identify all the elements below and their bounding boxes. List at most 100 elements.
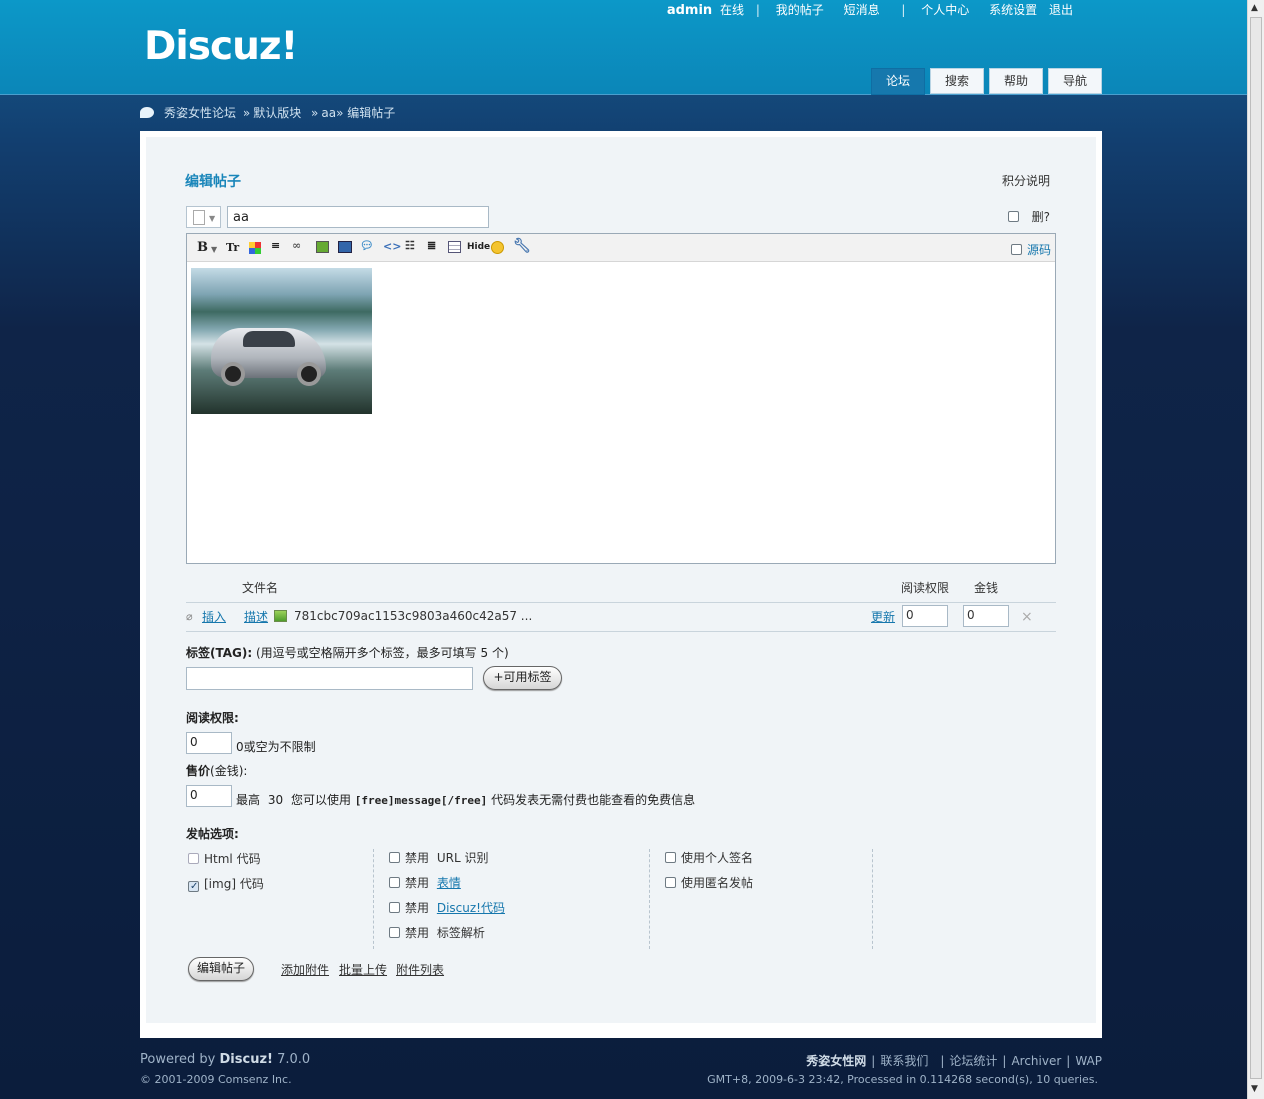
price-hint: 最高 30 您可以使用 [free]message[/free] 代码发表无需付… (236, 793, 696, 807)
tab-navigation[interactable]: 导航 (1048, 68, 1102, 94)
code-icon[interactable]: <> (383, 240, 401, 253)
scroll-thumb[interactable] (1250, 17, 1262, 1079)
stats-link[interactable]: 论坛统计 (949, 1054, 997, 1068)
online-status[interactable]: 在线 (720, 3, 744, 17)
anonymous-checkbox[interactable] (665, 877, 676, 888)
img-checkbox[interactable] (188, 881, 199, 892)
breadcrumb-site[interactable]: 秀姿女性论坛 (164, 106, 236, 120)
attachment-row: ⌀ 插入 描述 781cbc709ac1153c9803a460c42a57 .… (186, 604, 1056, 632)
breadcrumb-forum[interactable]: 默认版块 (253, 106, 301, 120)
disable-url-checkbox[interactable] (389, 852, 400, 863)
image-icon[interactable] (316, 241, 329, 253)
vertical-scrollbar[interactable]: ▲ ▼ (1247, 0, 1264, 1099)
site-home-link[interactable]: 秀姿女性网 (806, 1054, 866, 1068)
quote-icon[interactable]: 💬︎ (360, 239, 374, 252)
price-label: 售价 (186, 764, 211, 778)
option-disable-smilies: 禁用 表情 (389, 874, 461, 891)
contact-link[interactable]: 联系我们 (880, 1054, 928, 1068)
wap-link[interactable]: WAP (1075, 1054, 1102, 1068)
tools-icon[interactable]: 🔧︎ (513, 238, 531, 254)
color-icon[interactable] (249, 242, 261, 254)
embedded-car-image[interactable] (191, 268, 372, 414)
update-attachment-link[interactable]: 更新 (871, 608, 895, 625)
username-link[interactable]: admin (667, 3, 712, 18)
delete-checkbox[interactable] (1007, 211, 1019, 222)
attachment-readperm-input[interactable]: 0 (902, 605, 948, 627)
attachment-filename: 781cbc709ac1153c9803a460c42a57 ... (294, 609, 533, 623)
describe-attachment-link[interactable]: 描述 (244, 608, 268, 625)
discuz-link[interactable]: Discuz! (220, 1052, 273, 1067)
link-icon[interactable]: ∞ (292, 239, 301, 252)
delete-label: 删? (1031, 210, 1050, 224)
bold-icon[interactable]: B (197, 240, 208, 255)
col-filename: 文件名 (242, 581, 279, 595)
smiley-icon[interactable] (491, 241, 504, 254)
source-checkbox[interactable] (1010, 244, 1022, 255)
breadcrumb-current: 编辑帖子 (347, 106, 396, 120)
delete-option: 删? (1007, 208, 1050, 225)
tab-search[interactable]: 搜索 (930, 68, 984, 94)
attachment-price-input[interactable]: 0 (963, 605, 1009, 627)
scroll-up-icon[interactable]: ▲ (1251, 3, 1258, 13)
available-tags-button[interactable]: +可用标签 (483, 666, 562, 690)
copyright: © 2001-2009 Comsenz Inc. (140, 1073, 292, 1086)
breadcrumb-thread[interactable]: aa (321, 106, 336, 120)
disable-discuzcode-checkbox[interactable] (389, 902, 400, 913)
comsenz-link[interactable]: © 2001-2009 Comsenz Inc. (140, 1073, 292, 1086)
image-file-icon (274, 610, 287, 622)
logo[interactable]: Discuz! (144, 24, 298, 69)
powered-by: Powered by Discuz! 7.0.0 (140, 1052, 311, 1067)
content-wrapper: 编辑帖子 积分说明 ▼ aa 删? B ▼ Tr ≡ ∞ 💬︎ <> ☷ ≣ H… (140, 131, 1102, 1038)
table-icon[interactable] (448, 241, 461, 253)
signature-checkbox[interactable] (665, 852, 676, 863)
message-editor[interactable]: B ▼ Tr ≡ ∞ 💬︎ <> ☷ ≣ Hide 🔧︎ 源码 (186, 233, 1056, 564)
col-readperm: 阅读权限 (901, 581, 950, 595)
source-label[interactable]: 源码 (1027, 243, 1051, 257)
editor-toolbar: B ▼ Tr ≡ ∞ 💬︎ <> ☷ ≣ Hide 🔧︎ 源码 (187, 234, 1055, 262)
option-signature: 使用个人签名 (665, 849, 753, 866)
remove-attachment-icon[interactable]: × (1021, 609, 1033, 625)
main-nav: 论坛 搜索 帮助 导航 (871, 68, 1102, 95)
media-icon[interactable] (338, 241, 352, 253)
tab-help[interactable]: 帮助 (989, 68, 1043, 94)
indent-icon[interactable]: ≣ (427, 239, 436, 252)
add-attachment-link[interactable]: 添加附件 (281, 961, 329, 978)
discuzcode-link[interactable]: Discuz!代码 (437, 901, 505, 915)
batch-upload-link[interactable]: 批量上传 (339, 961, 387, 978)
subject-input[interactable]: aa (227, 206, 489, 228)
readperm-input[interactable]: 0 (186, 732, 232, 754)
paperclip-icon: ⌀ (186, 610, 193, 623)
disable-smilies-checkbox[interactable] (389, 877, 400, 888)
logout-link[interactable]: 退出 (1049, 3, 1073, 17)
page-title: 编辑帖子 (185, 174, 241, 190)
readperm-hint: 0或空为不限制 (236, 740, 316, 754)
disable-tags-checkbox[interactable] (389, 927, 400, 938)
option-img: [img] 代码 (188, 875, 264, 892)
credit-help-link[interactable]: 积分说明 (1002, 172, 1050, 189)
ordered-list-icon[interactable]: ☷ (405, 239, 415, 252)
font-size-icon[interactable]: Tr (226, 241, 239, 254)
align-icon[interactable]: ≡ (271, 239, 280, 252)
smilies-link[interactable]: 表情 (437, 876, 461, 890)
user-center-link[interactable]: 个人中心 (921, 3, 969, 17)
option-disable-discuzcode: 禁用 Discuz!代码 (389, 899, 505, 916)
html-checkbox[interactable] (188, 853, 199, 864)
insert-attachment-link[interactable]: 插入 (202, 608, 226, 625)
attachment-list-link[interactable]: 附件列表 (396, 961, 444, 978)
messages-link[interactable]: 短消息 (844, 3, 880, 17)
chevron-down-icon[interactable]: ▼ (211, 244, 217, 254)
price-input[interactable]: 0 (186, 785, 232, 807)
archiver-link[interactable]: Archiver (1011, 1054, 1061, 1068)
settings-link[interactable]: 系统设置 (989, 3, 1037, 17)
scroll-down-icon[interactable]: ▼ (1251, 1084, 1258, 1094)
my-threads-link[interactable]: 我的帖子 (776, 3, 824, 17)
post-icon-select[interactable]: ▼ (186, 206, 221, 228)
hide-icon[interactable]: Hide (467, 242, 490, 252)
option-html: Html 代码 (188, 850, 261, 867)
submit-edit-button[interactable]: 编辑帖子 (188, 957, 254, 981)
footer-links: 秀姿女性网 | 联系我们 | 论坛统计 | Archiver | WAP (806, 1054, 1102, 1068)
tab-forum[interactable]: 论坛 (871, 68, 925, 95)
debug-info: GMT+8, 2009-6-3 23:42, Processed in 0.11… (707, 1073, 1098, 1086)
tags-input[interactable] (186, 667, 473, 690)
site-header: Discuz! admin 在线 | 我的帖子 短消息 | 个人中心 系统设置 … (0, 0, 1247, 95)
